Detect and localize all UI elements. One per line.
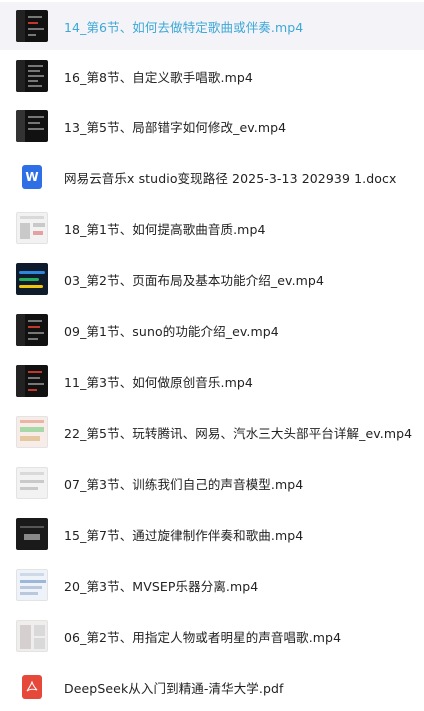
file-row-15-7[interactable]: 15_第7节、通过旋律制作伴奏和歌曲.mp4	[0, 510, 424, 558]
file-name: 22_第5节、玩转腾讯、网易、汽水三大头部平台详解_ev.mp4	[64, 425, 413, 441]
pdf-doc-icon	[22, 675, 42, 699]
video-thumbnail	[16, 60, 48, 92]
file-row-22-5[interactable]: 22_第5节、玩转腾讯、网易、汽水三大头部平台详解_ev.mp4	[0, 408, 424, 456]
pdf-glyph-icon	[26, 681, 38, 692]
file-row-06-2[interactable]: 06_第2节、用指定人物或者明星的声音唱歌.mp4	[0, 612, 424, 660]
file-name: 18_第1节、如何提高歌曲音质.mp4	[64, 221, 266, 237]
file-row-20-3[interactable]: 20_第3节、MVSEP乐器分离.mp4	[0, 561, 424, 609]
file-row-16-8[interactable]: 16_第8节、自定义歌手唱歌.mp4	[0, 52, 424, 100]
file-name: 网易云音乐x studio变现路径 2025-3-13 202939 1.doc…	[64, 170, 397, 186]
file-row-07-3[interactable]: 07_第3节、训练我们自己的声音模型.mp4	[0, 459, 424, 507]
video-thumbnail	[16, 263, 48, 295]
file-name: 11_第3节、如何做原创音乐.mp4	[64, 374, 253, 390]
file-name: 13_第5节、局部错字如何修改_ev.mp4	[64, 119, 287, 135]
video-thumbnail	[16, 314, 48, 346]
file-name: 14_第6节、如何去做特定歌曲或伴奏.mp4	[64, 19, 304, 35]
file-list: 14_第6节、如何去做特定歌曲或伴奏.mp4 16_第8节、自定义歌手唱歌.mp…	[0, 0, 424, 704]
file-name: 16_第8节、自定义歌手唱歌.mp4	[64, 69, 253, 85]
video-thumbnail	[16, 365, 48, 397]
file-row-docx[interactable]: W 网易云音乐x studio变现路径 2025-3-13 202939 1.d…	[0, 153, 424, 201]
file-name: 20_第3节、MVSEP乐器分离.mp4	[64, 578, 259, 594]
file-row-18-1[interactable]: 18_第1节、如何提高歌曲音质.mp4	[0, 204, 424, 252]
file-row-11-3[interactable]: 11_第3节、如何做原创音乐.mp4	[0, 357, 424, 405]
video-thumbnail	[16, 110, 48, 142]
file-name: 07_第3节、训练我们自己的声音模型.mp4	[64, 476, 304, 492]
video-thumbnail	[16, 467, 48, 499]
file-name: DeepSeek从入门到精通-清华大学.pdf	[64, 680, 284, 696]
file-name: 03_第2节、页面布局及基本功能介绍_ev.mp4	[64, 272, 325, 288]
video-thumbnail	[16, 416, 48, 448]
file-row-14-6[interactable]: 14_第6节、如何去做特定歌曲或伴奏.mp4	[0, 2, 424, 50]
file-row-13-5[interactable]: 13_第5节、局部错字如何修改_ev.mp4	[0, 102, 424, 150]
file-name: 06_第2节、用指定人物或者明星的声音唱歌.mp4	[64, 629, 342, 645]
video-thumbnail	[16, 518, 48, 550]
file-name: 09_第1节、suno的功能介绍_ev.mp4	[64, 323, 279, 339]
word-doc-icon: W	[22, 165, 42, 189]
file-name: 15_第7节、通过旋律制作伴奏和歌曲.mp4	[64, 527, 304, 543]
video-thumbnail	[16, 569, 48, 601]
video-thumbnail	[16, 620, 48, 652]
video-thumbnail	[16, 10, 48, 42]
file-row-09-1[interactable]: 09_第1节、suno的功能介绍_ev.mp4	[0, 306, 424, 354]
file-row-03-2[interactable]: 03_第2节、页面布局及基本功能介绍_ev.mp4	[0, 255, 424, 303]
video-thumbnail	[16, 212, 48, 244]
